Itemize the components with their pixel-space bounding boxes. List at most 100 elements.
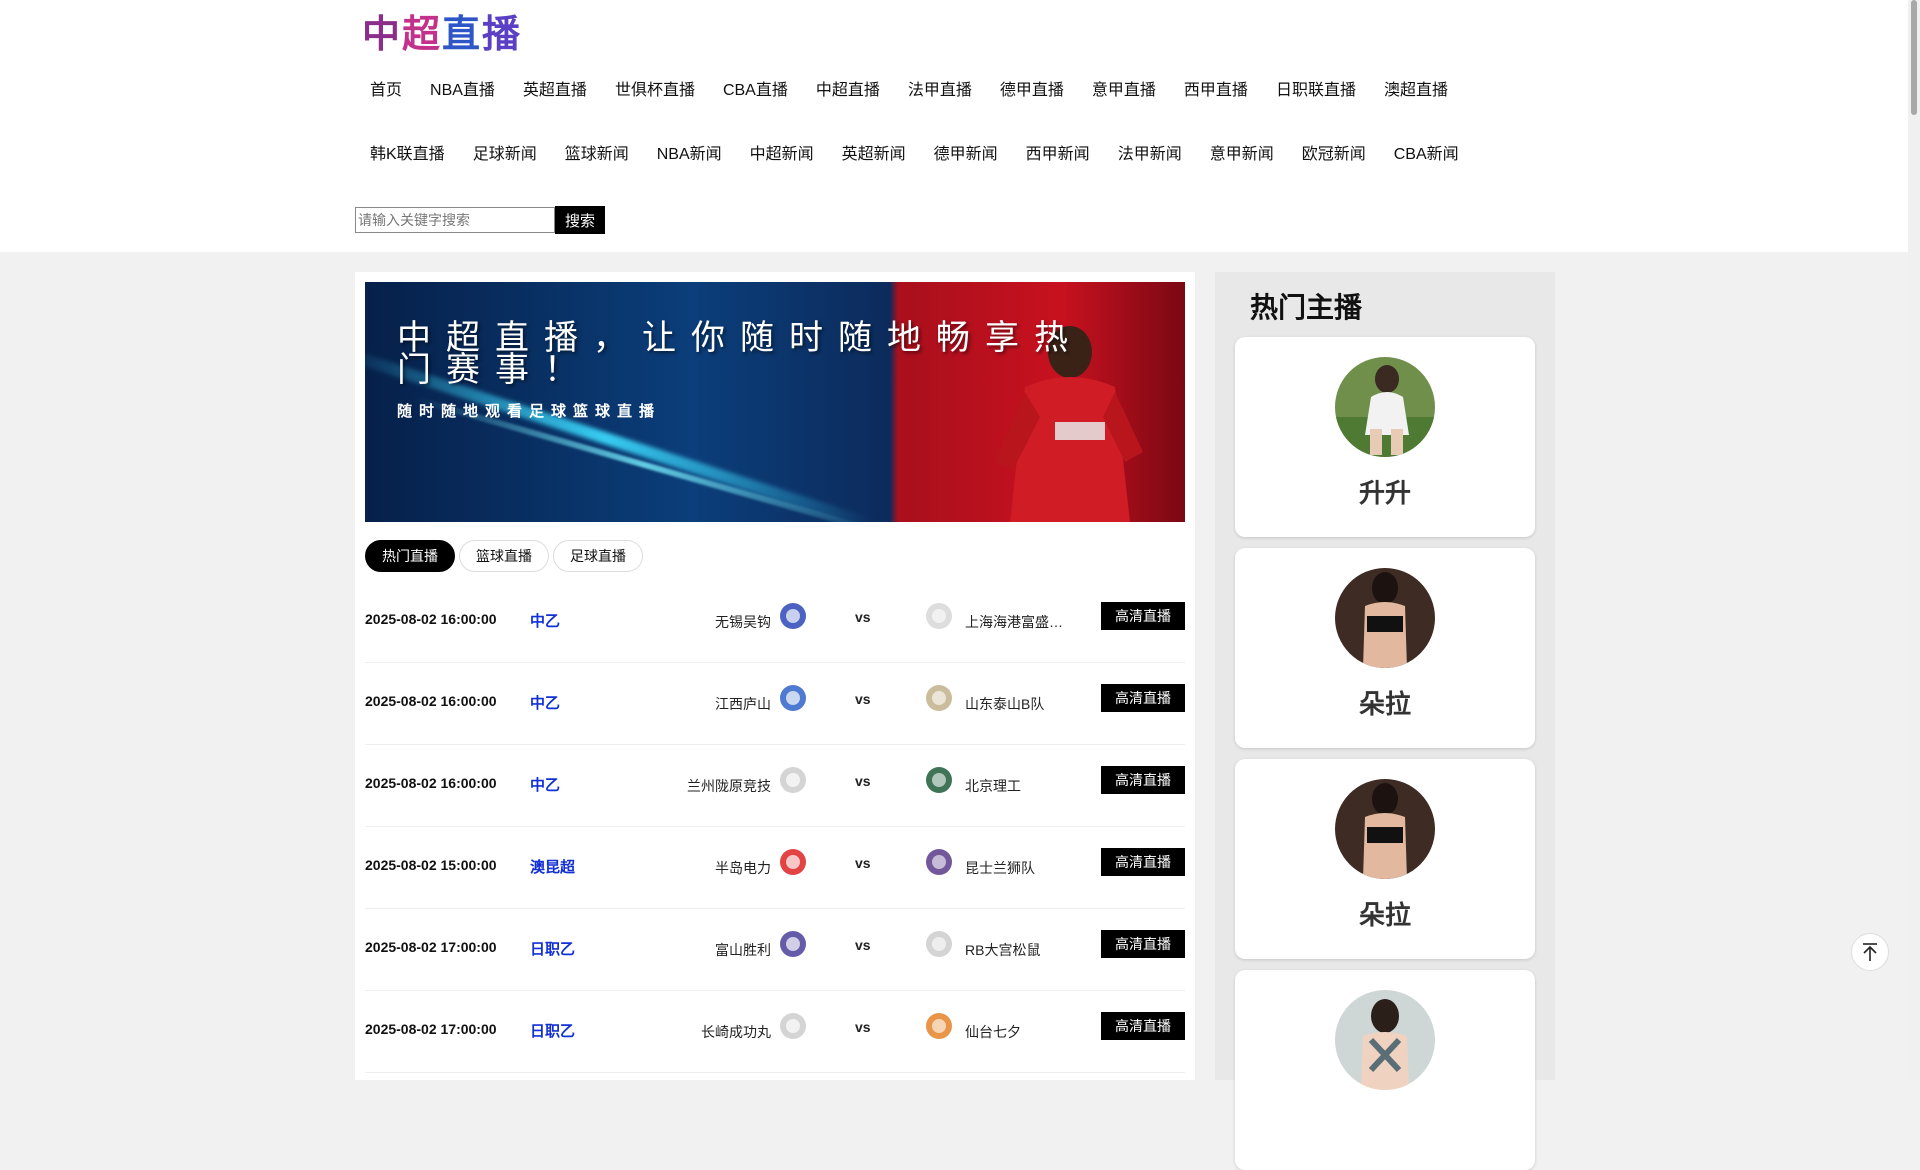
logo-char: 超 [402,12,443,56]
anchor-card[interactable]: 朵拉 [1235,759,1535,959]
anchor-avatar [1335,357,1435,457]
home-team-logo-icon [777,764,809,796]
away-team-name: 仙台七夕 [965,1024,1021,1040]
home-team-name: 半岛电力 [715,860,771,876]
match-league-link[interactable]: 中乙 [530,774,560,795]
home-team-logo-icon [777,600,809,632]
away-team-name: 上海海港富盛… [965,614,1063,630]
home-team-logo-icon [777,682,809,714]
match-league-link[interactable]: 日职乙 [530,938,575,959]
nav-link-nba-live[interactable]: NBA直播 [416,78,509,104]
site-header: 中超直播 首页 NBA直播 英超直播 世俱杯直播 CBA直播 中超直播 法甲直播… [0,0,1908,252]
nav-link-a-league-live[interactable]: 澳超直播 [1370,78,1462,104]
nav-link-bundesliga-live[interactable]: 德甲直播 [986,78,1078,104]
live-category-tabs: 热门直播 篮球直播 足球直播 [365,540,643,572]
match-row: 2025-08-02 17:00:00 日职乙 长崎成功丸 vs 仙台七夕 高清直播 [365,990,1185,1073]
nav-link-cba-live[interactable]: CBA直播 [709,78,802,104]
versus-label: vs [855,773,871,789]
tab-football-live[interactable]: 足球直播 [553,540,643,572]
anchor-card[interactable]: 升升 [1235,337,1535,537]
home-team-name: 无锡吴钩 [715,614,771,630]
away-team-logo-icon [923,682,955,714]
anchor-avatar [1335,779,1435,879]
nav-link-basketball-news[interactable]: 篮球新闻 [551,142,643,168]
hd-live-button[interactable]: 高清直播 [1101,1012,1185,1040]
match-row: 2025-08-02 15:00:00 澳昆超 半岛电力 vs 昆士兰狮队 高清直播 [365,826,1185,909]
anchor-card[interactable]: 朵拉 [1235,548,1535,748]
hero-banner: 中超直播，让你随时随地畅享热门赛事！ 随时随地观看足球篮球直播 [365,282,1185,522]
nav-link-ligue1-live[interactable]: 法甲直播 [894,78,986,104]
nav-link-csl-news[interactable]: 中超新闻 [736,142,828,168]
hd-live-button[interactable]: 高清直播 [1101,848,1185,876]
anchor-avatar [1335,990,1435,1090]
nav-link-j-league-live[interactable]: 日职联直播 [1262,78,1370,104]
match-row: 2025-08-02 17:00:00 日职乙 富山胜利 vs RB大宫松鼠 高清直播 [365,908,1185,991]
nav-link-football-news[interactable]: 足球新闻 [459,142,551,168]
away-team-logo-icon [923,846,955,878]
match-time: 2025-08-02 16:00:00 [365,775,497,791]
nav-link-home[interactable]: 首页 [356,78,416,104]
anchor-avatar [1335,568,1435,668]
banner-subtitle: 随时随地观看足球篮球直播 [397,403,662,420]
anchor-name: 朵拉 [1358,901,1411,931]
arrow-up-icon [1863,943,1877,961]
hd-live-button[interactable]: 高清直播 [1101,766,1185,794]
match-league-link[interactable]: 中乙 [530,692,560,713]
match-time: 2025-08-02 17:00:00 [365,1021,497,1037]
logo-char: 中 [362,12,403,56]
nav-link-la-liga-news[interactable]: 西甲新闻 [1012,142,1104,168]
nav-link-nba-news[interactable]: NBA新闻 [643,142,736,168]
away-team-logo-icon [923,1010,955,1042]
match-time: 2025-08-02 16:00:00 [365,611,497,627]
search-bar: 搜索 [355,206,605,234]
anchor-name: 朵拉 [1358,690,1411,720]
nav-link-k-league-live[interactable]: 韩K联直播 [356,142,459,168]
match-row: 2025-08-02 16:00:00 中乙 兰州陇原竞技 vs 北京理工 高清直播 [365,744,1185,827]
match-league-link[interactable]: 中乙 [530,610,560,631]
away-team-logo-icon [923,764,955,796]
nav-link-serie-a-live[interactable]: 意甲直播 [1078,78,1170,104]
search-input[interactable] [355,207,555,233]
home-team-logo-icon [777,928,809,960]
away-team-name: 北京理工 [965,778,1021,794]
page-scrollbar[interactable] [1908,0,1920,1080]
hot-anchors-sidebar: 热门主播 升升 朵拉 朵拉 [1215,272,1555,1170]
nav-link-ucl-news[interactable]: 欧冠新闻 [1288,142,1380,168]
home-team-name: 长崎成功丸 [701,1024,771,1040]
nav-link-bundesliga-news[interactable]: 德甲新闻 [920,142,1012,168]
nav-link-cba-news[interactable]: CBA新闻 [1380,142,1473,168]
match-league-link[interactable]: 澳昆超 [530,856,575,877]
hd-live-button[interactable]: 高清直播 [1101,602,1185,630]
versus-label: vs [855,691,871,707]
anchor-name: 升升 [1358,479,1411,509]
match-row: 2025-08-02 16:00:00 中乙 无锡吴钩 vs 上海海港富盛… 高清直播 [365,580,1185,663]
hd-live-button[interactable]: 高清直播 [1101,684,1185,712]
site-logo[interactable]: 中超直播 [362,10,522,58]
hd-live-button[interactable]: 高清直播 [1101,930,1185,958]
versus-label: vs [855,609,871,625]
nav-link-epl-news[interactable]: 英超新闻 [828,142,920,168]
anchor-card[interactable] [1235,970,1535,1170]
nav-link-epl-live[interactable]: 英超直播 [509,78,601,104]
main-content: 中超直播，让你随时随地畅享热门赛事！ 随时随地观看足球篮球直播 热门直播 篮球直… [355,272,1195,1080]
away-team-logo-icon [923,600,955,632]
tab-hot-live[interactable]: 热门直播 [365,540,455,572]
nav-link-la-liga-live[interactable]: 西甲直播 [1170,78,1262,104]
back-to-top-button[interactable] [1851,933,1889,971]
nav-link-csl-live[interactable]: 中超直播 [802,78,894,104]
logo-char: 播 [482,12,523,56]
away-team-name: 昆士兰狮队 [965,860,1035,876]
search-button[interactable]: 搜索 [555,206,605,234]
scrollbar-thumb[interactable] [1911,0,1917,115]
match-time: 2025-08-02 16:00:00 [365,693,497,709]
match-league-link[interactable]: 日职乙 [530,1020,575,1041]
banner-title: 中超直播，让你随时随地畅享热门赛事！ [397,318,1083,390]
versus-label: vs [855,937,871,953]
home-team-logo-icon [777,1010,809,1042]
nav-link-club-world-cup-live[interactable]: 世俱杯直播 [601,78,709,104]
sidebar-title: 热门主播 [1250,291,1363,324]
nav-link-serie-a-news[interactable]: 意甲新闻 [1196,142,1288,168]
tab-basketball-live[interactable]: 篮球直播 [459,540,549,572]
match-time: 2025-08-02 15:00:00 [365,857,497,873]
nav-link-ligue1-news[interactable]: 法甲新闻 [1104,142,1196,168]
